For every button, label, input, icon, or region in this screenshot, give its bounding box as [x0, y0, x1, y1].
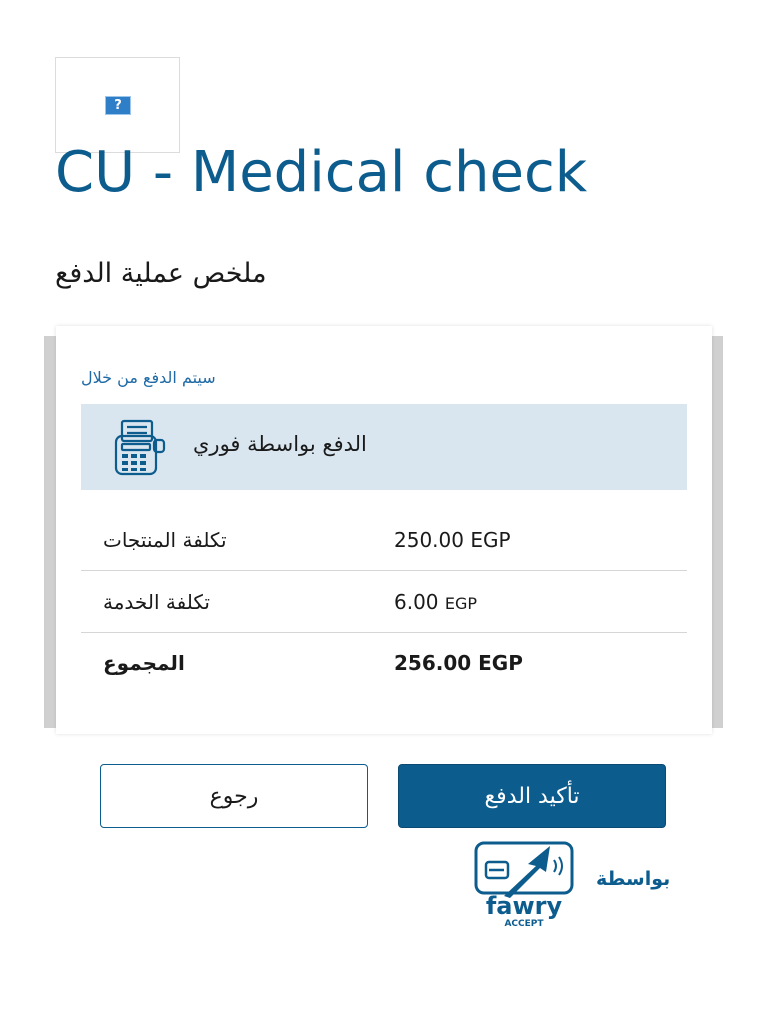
summary-row-label: تكلفة الخدمة: [103, 590, 210, 614]
pos-terminal-icon: [114, 419, 166, 476]
confirm-payment-button[interactable]: تأكيد الدفع: [398, 764, 666, 828]
pay-via-label: سيتم الدفع من خلال: [81, 368, 216, 387]
fawry-brand-subtext: ACCEPT: [504, 919, 544, 929]
page-title: CU - Medical check: [55, 140, 588, 205]
summary-row-amount: 6.00: [394, 590, 439, 614]
payment-method-option[interactable]: الدفع بواسطة فوري: [81, 404, 687, 490]
fawry-accept-logo: fawry ACCEPT: [474, 841, 574, 929]
powered-by-label: بواسطة: [596, 868, 671, 890]
payment-method-label: الدفع بواسطة فوري: [193, 432, 367, 456]
summary-row-service: تكلفة الخدمة 6.00 EGP: [81, 572, 687, 633]
summary-row-total: المجموع 256.00 EGP: [81, 633, 687, 693]
logo-image-placeholder: ?: [55, 57, 180, 153]
payment-summary-card: سيتم الدفع من خلال الدفع بواسطة فوري تكل…: [56, 326, 712, 734]
summary-row-value: 256.00 EGP: [394, 651, 523, 675]
back-button[interactable]: رجوع: [100, 764, 368, 828]
summary-row-currency: EGP: [444, 594, 478, 613]
summary-row-label: المجموع: [103, 651, 185, 675]
payment-summary-heading: ملخص عملية الدفع: [55, 258, 267, 289]
summary-row-value: 6.00 EGP: [394, 590, 477, 614]
summary-row-products: تكلفة المنتجات 250.00 EGP: [81, 510, 687, 571]
broken-image-icon: ?: [105, 96, 131, 115]
summary-row-label: تكلفة المنتجات: [103, 528, 227, 552]
summary-row-value: 250.00 EGP: [394, 528, 511, 552]
fawry-brand-text: fawry: [486, 892, 563, 920]
